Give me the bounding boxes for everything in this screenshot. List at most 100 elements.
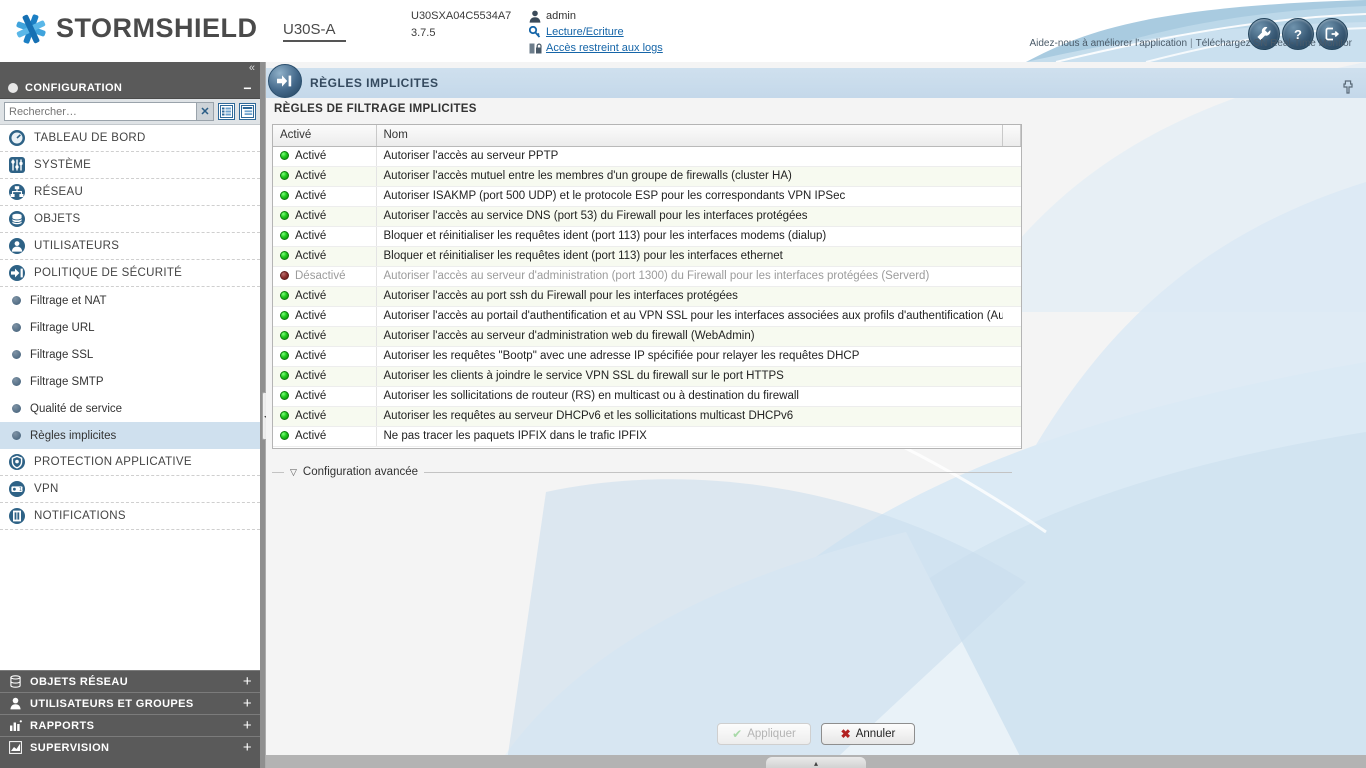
rule-state-cell[interactable]: Activé (273, 166, 377, 187)
rule-state-cell[interactable]: Activé (273, 146, 377, 167)
rule-name-cell[interactable]: Autoriser l'accès au serveur PPTP (376, 146, 1003, 167)
sidebar-item-notifications[interactable]: NOTIFICATIONS (0, 503, 260, 530)
table-row[interactable]: Activé Autoriser ISAKMP (port 500 UDP) et… (273, 186, 1021, 207)
chevron-down-icon[interactable]: ▽ (290, 467, 297, 478)
expand-icon[interactable]: + (243, 673, 252, 690)
rule-state-cell[interactable]: Activé (273, 226, 377, 247)
rule-state-cell[interactable]: Activé (273, 186, 377, 207)
rule-state-cell[interactable]: Activé (273, 366, 377, 387)
device-name[interactable]: U30S-A (283, 21, 346, 42)
rule-name-cell[interactable]: Autoriser les sollicitations de routeur … (376, 386, 1003, 407)
sidebar-collapse-button[interactable]: « (0, 62, 260, 77)
table-row[interactable]: Activé Bloquer et réinitialiser les requê… (273, 246, 1021, 267)
table-row[interactable]: Activé Autoriser les sollicitations de ro… (273, 386, 1021, 407)
sidebar-group-supervision[interactable]: SUPERVISION + (0, 736, 260, 758)
expand-icon[interactable]: + (243, 739, 252, 756)
expand-icon[interactable]: + (243, 717, 252, 734)
sidebar-search-row: ✕ (0, 99, 260, 125)
rights-link[interactable]: Lecture/Ecriture (546, 24, 624, 40)
rule-state-cell[interactable]: Activé (273, 326, 377, 347)
rule-state-cell[interactable]: Activé (273, 306, 377, 327)
view-list-icon[interactable] (218, 103, 235, 120)
table-row[interactable]: Activé Autoriser l'accès au portail d'aut… (273, 306, 1021, 327)
apply-button[interactable]: ✔ Appliquer (717, 723, 811, 745)
network-icon (8, 183, 26, 201)
configuration-collapse-icon[interactable]: − (243, 80, 252, 96)
sidebar-item-reseau[interactable]: RÉSEAU (0, 179, 260, 206)
sidebar-filler (0, 758, 260, 768)
rule-name-cell[interactable]: Autoriser l'accès au portail d'authentif… (376, 306, 1003, 327)
sidebar-item-regles-implicites[interactable]: Règles implicites (0, 422, 260, 449)
rule-state-cell[interactable]: Activé (273, 426, 377, 447)
column-header-activated[interactable]: Activé (273, 125, 377, 147)
search-clear-icon[interactable]: ✕ (197, 102, 214, 121)
rule-extra-cell (1002, 206, 1021, 227)
sidebar-item-tableau-de-bord[interactable]: TABLEAU DE BORD (0, 125, 260, 152)
rule-name-cell[interactable]: Autoriser l'accès au port ssh du Firewal… (376, 286, 1003, 307)
rule-state-cell[interactable]: Activé (273, 346, 377, 367)
rule-name-cell[interactable]: Autoriser les requêtes au serveur DHCPv6… (376, 406, 1003, 427)
rule-state-cell[interactable]: Activé (273, 386, 377, 407)
table-row[interactable]: Activé Bloquer et réinitialiser les requê… (273, 226, 1021, 247)
rule-state-cell[interactable]: Désactivé (273, 266, 377, 287)
rule-state-cell[interactable]: Activé (273, 286, 377, 307)
column-header-name[interactable]: Nom (376, 125, 1003, 147)
search-input[interactable] (4, 102, 197, 121)
sidebar-item-filtrage-url[interactable]: Filtrage URL (0, 314, 260, 341)
sidebar-item-protection-applicative[interactable]: PROTECTION APPLICATIVE (0, 449, 260, 476)
table-row[interactable]: Activé Autoriser l'accès au service DNS (… (273, 206, 1021, 227)
rule-name-cell[interactable]: Autoriser l'accès au service DNS (port 5… (376, 206, 1003, 227)
view-tree-icon[interactable] (239, 103, 256, 120)
sidebar-item-systeme[interactable]: SYSTÈME (0, 152, 260, 179)
implicit-rules-table: Activé Nom Activé Autoriser l'accès au se… (273, 125, 1021, 447)
rule-state-label: Activé (295, 290, 327, 302)
rule-name-cell[interactable]: Autoriser l'accès au serveur d'administr… (376, 326, 1003, 347)
sidebar-item-label: VPN (34, 483, 59, 495)
sidebar-item-utilisateurs[interactable]: UTILISATEURS (0, 233, 260, 260)
rule-state-cell[interactable]: Activé (273, 206, 377, 227)
rule-state-cell[interactable]: Activé (273, 406, 377, 427)
rule-state-label: Activé (295, 250, 327, 262)
advanced-configuration-toggle[interactable]: ▽ Configuration avancée (272, 466, 1012, 478)
expand-icon[interactable]: + (243, 695, 252, 712)
cancel-button[interactable]: ✖ Annuler (821, 723, 915, 745)
logs-row[interactable]: Accès restreint aux logs (528, 40, 663, 56)
sidebar-item-politique-de-securite[interactable]: POLITIQUE DE SÉCURITÉ (0, 260, 260, 287)
rule-name-cell[interactable]: Bloquer et réinitialiser les requêtes id… (376, 246, 1003, 267)
pin-icon[interactable] (1342, 80, 1354, 97)
sidebar-item-filtrage-et-nat[interactable]: Filtrage et NAT (0, 287, 260, 314)
sidebar-item-filtrage-smtp[interactable]: Filtrage SMTP (0, 368, 260, 395)
table-row[interactable]: Activé Autoriser les clients à joindre le… (273, 366, 1021, 387)
download-monitor-link[interactable]: Téléchargez SN Real-Time Monitor (1196, 38, 1352, 49)
table-row[interactable]: Activé Ne pas tracer les paquets IPFIX da… (273, 426, 1021, 447)
rule-state-cell[interactable]: Activé (273, 246, 377, 267)
rule-name-cell[interactable]: Bloquer et réinitialiser les requêtes id… (376, 226, 1003, 247)
implicit-rules-panel: Activé Nom Activé Autoriser l'accès au se… (272, 124, 1022, 449)
sidebar-item-filtrage-ssl[interactable]: Filtrage SSL (0, 341, 260, 368)
sidebar-item-objets[interactable]: OBJETS (0, 206, 260, 233)
table-row[interactable]: Activé Autoriser l'accès au serveur PPTP (273, 146, 1021, 167)
bottom-panel-handle[interactable]: ▴ (766, 757, 866, 768)
table-row[interactable]: Activé Autoriser les requêtes "Bootp" ave… (273, 346, 1021, 367)
sidebar-group-utilisateurs-et-groupes[interactable]: UTILISATEURS ET GROUPES + (0, 692, 260, 714)
rule-name-cell[interactable]: Ne pas tracer les paquets IPFIX dans le … (376, 426, 1003, 447)
rule-name-cell[interactable]: Autoriser les clients à joindre le servi… (376, 366, 1003, 387)
table-row[interactable]: Activé Autoriser les requêtes au serveur … (273, 406, 1021, 427)
sidebar-item-qualite-de-service[interactable]: Qualité de service (0, 395, 260, 422)
rule-name-cell[interactable]: Autoriser les requêtes "Bootp" avec une … (376, 346, 1003, 367)
table-row[interactable]: Activé Autoriser l'accès au port ssh du F… (273, 286, 1021, 307)
rights-row[interactable]: Lecture/Ecriture (528, 24, 663, 40)
improve-app-link[interactable]: Aidez-nous à améliorer l'application (1029, 38, 1187, 49)
table-row[interactable]: Désactivé Autoriser l'accès au serveur d'… (273, 266, 1021, 287)
rule-name-cell[interactable]: Autoriser l'accès au serveur d'administr… (376, 266, 1003, 287)
column-header-extra[interactable] (1002, 125, 1021, 147)
sidebar-group-rapports[interactable]: RAPPORTS + (0, 714, 260, 736)
sidebar-item-vpn[interactable]: 10 VPN (0, 476, 260, 503)
rule-name-cell[interactable]: Autoriser l'accès mutuel entre les membr… (376, 166, 1003, 187)
logs-link[interactable]: Accès restreint aux logs (546, 40, 663, 56)
table-row[interactable]: Activé Autoriser l'accès mutuel entre les… (273, 166, 1021, 187)
system-icon (8, 156, 26, 174)
sidebar-group-objets-reseau[interactable]: OBJETS RÉSEAU + (0, 670, 260, 692)
rule-name-cell[interactable]: Autoriser ISAKMP (port 500 UDP) et le pr… (376, 186, 1003, 207)
table-row[interactable]: Activé Autoriser l'accès au serveur d'adm… (273, 326, 1021, 347)
